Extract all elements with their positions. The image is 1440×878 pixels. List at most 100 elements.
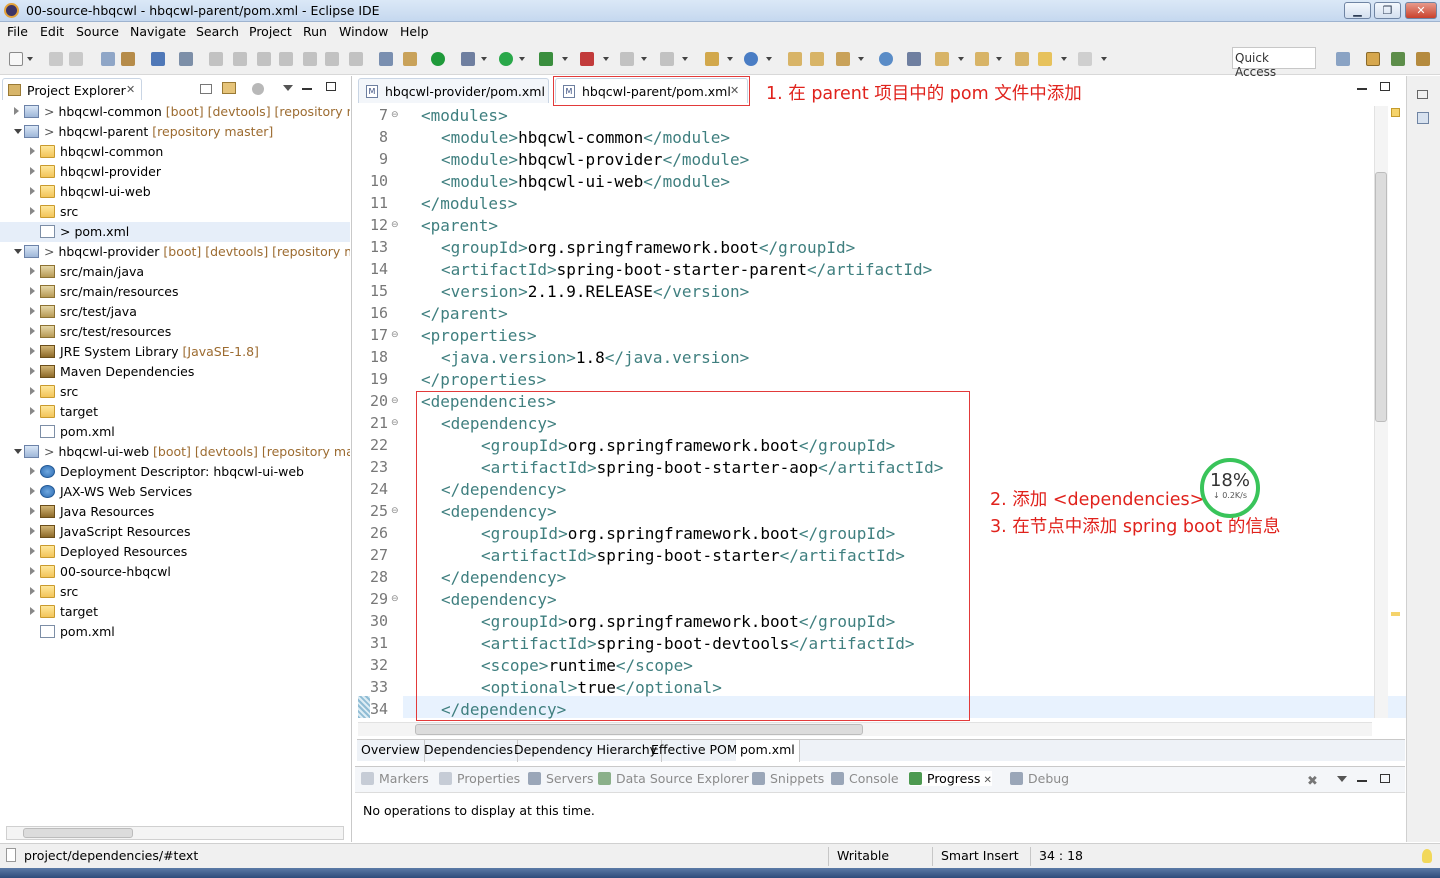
tree-item[interactable]: hbqcwl-ui-web (0, 182, 350, 202)
project-explorer-tab[interactable]: Project Explorer ✕ (2, 78, 142, 100)
filter-icon[interactable] (252, 83, 264, 95)
menu-run[interactable]: Run (303, 24, 327, 39)
expand-arrow-icon[interactable] (30, 287, 35, 295)
chevron-down-icon[interactable] (1061, 57, 1067, 61)
terminate-icon[interactable] (257, 52, 271, 66)
annotation-nav-icon[interactable] (907, 52, 921, 66)
run-icon[interactable] (499, 52, 513, 66)
step-over-icon[interactable] (325, 52, 339, 66)
expand-arrow-icon[interactable] (30, 507, 35, 515)
last-edit-icon[interactable] (1015, 52, 1029, 66)
stop-icon[interactable] (620, 52, 634, 66)
restore-icon[interactable] (1417, 90, 1428, 99)
menu-file[interactable]: File (7, 24, 28, 39)
expand-arrow-icon[interactable] (30, 187, 35, 195)
tree-item[interactable]: > hbqcwl-ui-web [boot] [devtools] [repos… (0, 442, 350, 462)
step-return-icon[interactable] (349, 52, 363, 66)
tab-properties[interactable]: Properties (439, 771, 520, 786)
tab-markers[interactable]: Markers (361, 771, 429, 786)
pom-tab-overview[interactable]: Overview (357, 740, 425, 762)
code-line[interactable]: <module>hbqcwl-common</module> (441, 128, 730, 150)
chevron-down-icon[interactable] (603, 57, 609, 61)
save-icon[interactable] (49, 52, 63, 66)
open-perspective-icon[interactable] (1336, 52, 1350, 66)
tree-item[interactable]: hbqcwl-provider (0, 162, 350, 182)
code-line[interactable]: </properties> (421, 370, 546, 392)
next-annotation-icon[interactable] (935, 52, 949, 66)
disconnect-icon[interactable] (279, 52, 293, 66)
chevron-down-icon[interactable] (766, 57, 772, 61)
tree-item[interactable]: src/test/resources (0, 322, 350, 342)
fold-toggle-icon[interactable]: ⊖ (391, 418, 399, 428)
open-folder-icon[interactable] (788, 52, 802, 66)
expand-arrow-open-icon[interactable] (14, 449, 22, 454)
expand-arrow-icon[interactable] (30, 567, 35, 575)
java-perspective-icon[interactable] (1416, 52, 1430, 66)
expand-arrow-icon[interactable] (30, 487, 35, 495)
expand-arrow-icon[interactable] (30, 467, 35, 475)
tab-console[interactable]: Console (831, 771, 899, 786)
tree-item[interactable]: Maven Dependencies (0, 362, 350, 382)
tree-item[interactable]: target (0, 602, 350, 622)
vertical-scroll-thumb[interactable] (1375, 172, 1387, 422)
resume-icon[interactable] (209, 52, 223, 66)
pom-tab-dependencies[interactable]: Dependencies (420, 740, 518, 762)
deploy-icon[interactable] (660, 52, 674, 66)
close-button[interactable]: ✕ (1405, 2, 1437, 19)
tree-item[interactable]: Deployed Resources (0, 542, 350, 562)
expand-arrow-icon[interactable] (30, 407, 35, 415)
server-start-icon[interactable] (431, 52, 445, 66)
drop-to-frame-icon[interactable] (379, 52, 393, 66)
menu-search[interactable]: Search (196, 24, 239, 39)
code-line[interactable]: <groupId>org.springframework.boot</group… (441, 238, 855, 260)
tree-item[interactable]: JavaScript Resources (0, 522, 350, 542)
menu-source[interactable]: Source (76, 24, 119, 39)
menu-window[interactable]: Window (339, 24, 388, 39)
expand-arrow-icon[interactable] (30, 167, 35, 175)
expand-arrow-icon[interactable] (30, 527, 35, 535)
suspend-icon[interactable] (233, 52, 247, 66)
tree-item[interactable]: JRE System Library [JavaSE-1.8] (0, 342, 350, 362)
restore-button[interactable]: ❐ (1374, 2, 1401, 19)
menu-navigate[interactable]: Navigate (130, 24, 186, 39)
code-line[interactable]: <version>2.1.9.RELEASE</version> (441, 282, 749, 304)
tab-snippets[interactable]: Snippets (752, 771, 824, 786)
expand-arrow-icon[interactable] (30, 367, 35, 375)
overview-warning-marker[interactable] (1391, 108, 1400, 117)
tree-item[interactable]: src (0, 202, 350, 222)
code-line[interactable]: <properties> (421, 326, 537, 348)
expand-arrow-icon[interactable] (30, 347, 35, 355)
minimize-button[interactable]: ▁ (1344, 2, 1371, 19)
maximize-view-icon[interactable] (326, 82, 336, 91)
new-class-icon[interactable] (744, 52, 758, 66)
tab-servers[interactable]: Servers (528, 771, 594, 786)
globe-icon[interactable] (879, 52, 893, 66)
pom-tab-dependency-hierarchy[interactable]: Dependency Hierarchy (510, 740, 663, 762)
code-line[interactable]: <modules> (421, 106, 508, 128)
tree-item[interactable]: > hbqcwl-parent [repository master] (0, 122, 350, 142)
tree-item[interactable]: hbqcwl-common (0, 142, 350, 162)
code-line[interactable]: </parent> (421, 304, 508, 326)
menu-help[interactable]: Help (400, 24, 429, 39)
expand-arrow-icon[interactable] (30, 587, 35, 595)
tree-item[interactable]: src (0, 382, 350, 402)
java-ee-perspective-icon[interactable] (1366, 52, 1380, 66)
chevron-down-icon[interactable] (682, 57, 688, 61)
expand-arrow-icon[interactable] (14, 107, 19, 115)
remove-all-icon[interactable]: ✖ (1307, 775, 1320, 788)
expand-arrow-open-icon[interactable] (14, 129, 22, 134)
maximize-view-icon[interactable] (1380, 774, 1390, 783)
chevron-down-icon[interactable] (481, 57, 487, 61)
lightbulb-icon[interactable] (1422, 849, 1432, 863)
minimize-view-icon[interactable] (1357, 780, 1367, 782)
code-line[interactable]: <parent> (421, 216, 498, 238)
expand-arrow-icon[interactable] (30, 327, 35, 335)
tree-item[interactable]: src/test/java (0, 302, 350, 322)
chevron-down-icon[interactable] (27, 57, 33, 61)
expand-arrow-icon[interactable] (30, 607, 35, 615)
horizontal-scrollbar[interactable] (6, 826, 344, 840)
outline-icon[interactable] (1417, 112, 1429, 124)
expand-arrow-icon[interactable] (30, 387, 35, 395)
tree-item[interactable]: > hbqcwl-provider [boot] [devtools] [rep… (0, 242, 350, 262)
tree-item[interactable]: src/main/java (0, 262, 350, 282)
